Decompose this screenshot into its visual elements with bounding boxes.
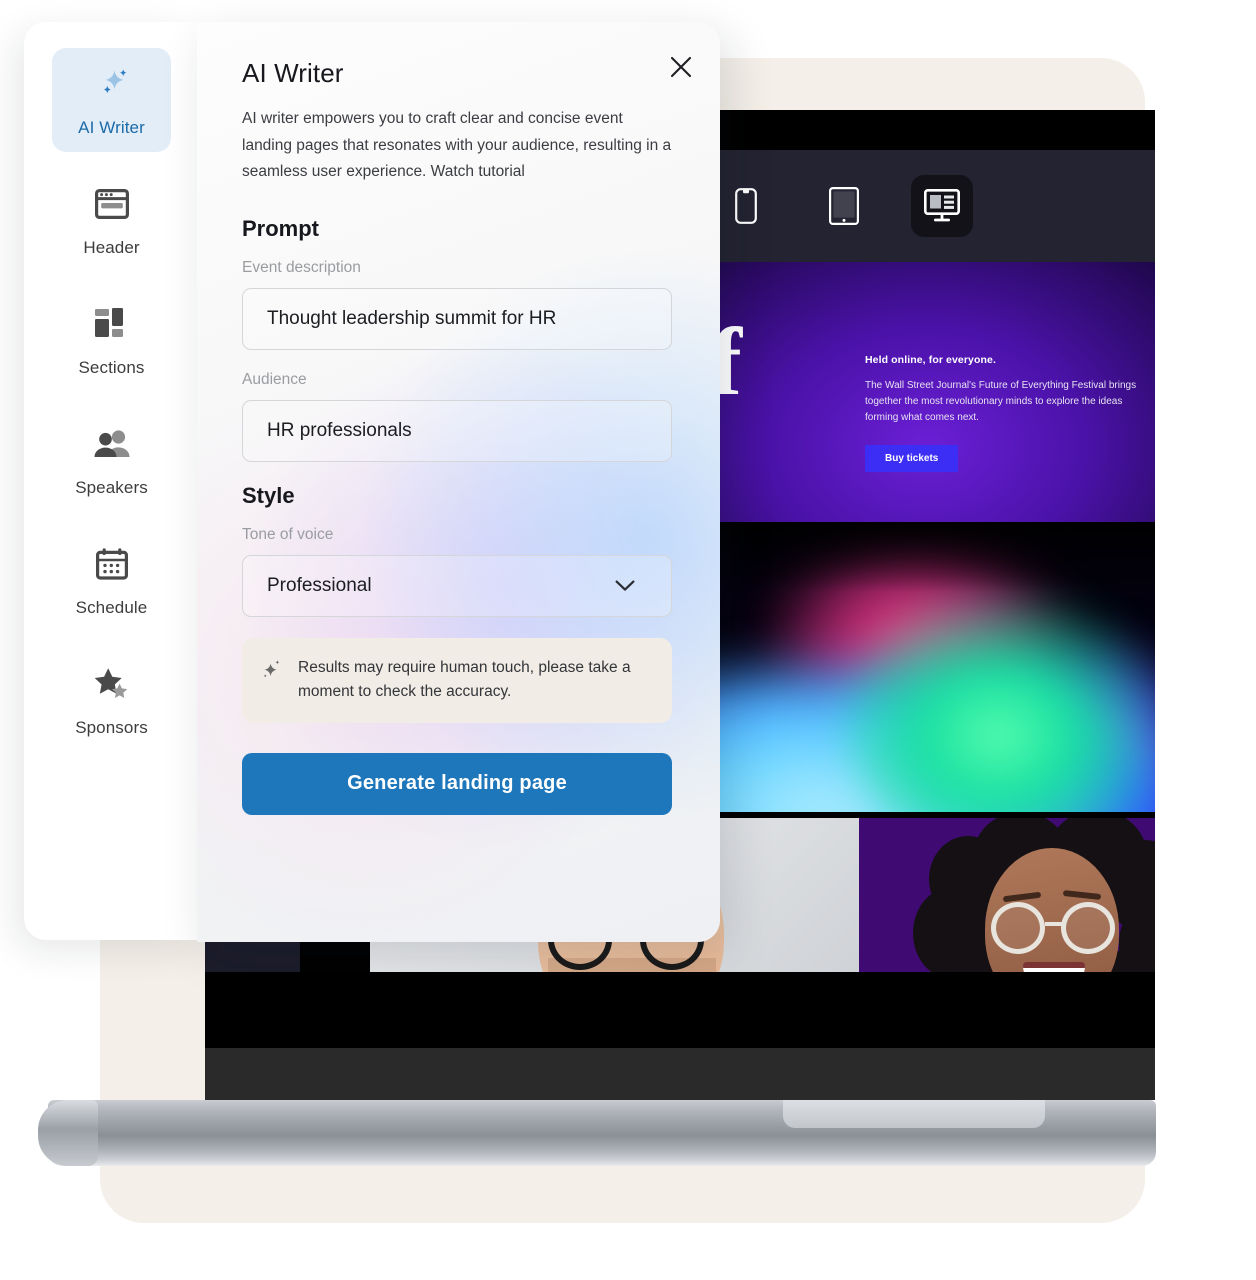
ai-writer-panel: AI Writer AI writer empowers you to craf… — [197, 22, 720, 942]
sidebar-item-header[interactable]: Header — [52, 168, 171, 272]
hero-kicker: Held online, for everyone. — [865, 354, 996, 366]
event-description-label: Event description — [242, 258, 361, 276]
tone-of-voice-value: Professional — [267, 574, 372, 596]
desktop-view-button[interactable] — [911, 175, 973, 237]
page-title: AI Writer — [242, 58, 344, 88]
tablet-icon — [829, 187, 859, 225]
event-description-value: Thought leadership summit for HR — [267, 307, 557, 329]
accuracy-notice-text: Results may require human touch, please … — [298, 658, 631, 701]
prompt-section-heading: Prompt — [242, 215, 319, 241]
hero-copy-block: Held online, for everyone. The Wall Stre… — [865, 354, 1145, 472]
browser-window-icon — [94, 184, 129, 224]
sidebar-item-speakers[interactable]: Speakers — [52, 408, 171, 512]
sidebar-item-ai-writer[interactable]: AI Writer — [52, 48, 171, 152]
sparkle-icon — [260, 656, 284, 687]
style-section-heading: Style — [242, 482, 295, 508]
sparkle-icon — [92, 64, 132, 104]
hero-body-text: The Wall Street Journal's Future of Ever… — [865, 380, 1137, 424]
mobile-view-button[interactable] — [715, 175, 777, 237]
layout-blocks-icon — [94, 304, 129, 344]
calendar-icon — [95, 544, 128, 584]
sidebar-item-label: Schedule — [75, 598, 148, 617]
screenshot-stage: f Held online, for everyone. The Wall St… — [0, 0, 1256, 1280]
audience-input[interactable]: HR professionals — [242, 399, 672, 462]
sidebar-item-label: Header — [83, 238, 140, 257]
phone-icon — [735, 188, 757, 224]
sidebar-item-label: Sponsors — [75, 718, 148, 737]
generate-landing-page-button[interactable]: Generate landing page — [242, 752, 672, 815]
sidebar-item-schedule[interactable]: Schedule — [52, 528, 171, 632]
buy-tickets-button[interactable]: Buy tickets — [865, 444, 959, 472]
tone-of-voice-select[interactable]: Professional — [242, 554, 672, 617]
speaker-photo-woman — [907, 818, 1155, 972]
sidebar-item-label: AI Writer — [78, 118, 145, 137]
stars-icon — [93, 664, 131, 704]
audience-label: Audience — [242, 370, 307, 388]
audience-value: HR professionals — [267, 419, 412, 441]
laptop-base-chassis — [38, 1100, 1156, 1166]
panel-content: AI Writer AI writer empowers you to craf… — [197, 22, 720, 815]
speaker-tile-photo-right — [858, 818, 1155, 972]
event-description-input[interactable]: Thought leadership summit for HR — [242, 287, 672, 350]
panel-description: AI writer empowers you to craft clear an… — [242, 110, 672, 181]
chevron-down-icon — [615, 580, 635, 592]
laptop-trackpad-notch — [783, 1100, 1045, 1128]
device-bottom-bezel — [205, 1048, 1155, 1100]
desktop-icon — [924, 189, 960, 222]
sidebar-item-sponsors[interactable]: Sponsors — [52, 648, 171, 752]
sidebar-item-sections[interactable]: Sections — [52, 288, 171, 392]
sidebar-item-label: Sections — [78, 358, 145, 377]
sidebar-item-label: Speakers — [75, 478, 148, 497]
tablet-view-button[interactable] — [813, 175, 875, 237]
editor-sidebar: AI Writer Header Sections Speakers Sched… — [24, 22, 199, 940]
people-icon — [93, 424, 131, 464]
accuracy-notice: Results may require human touch, please … — [242, 637, 672, 723]
tone-of-voice-label: Tone of voice — [242, 525, 334, 543]
